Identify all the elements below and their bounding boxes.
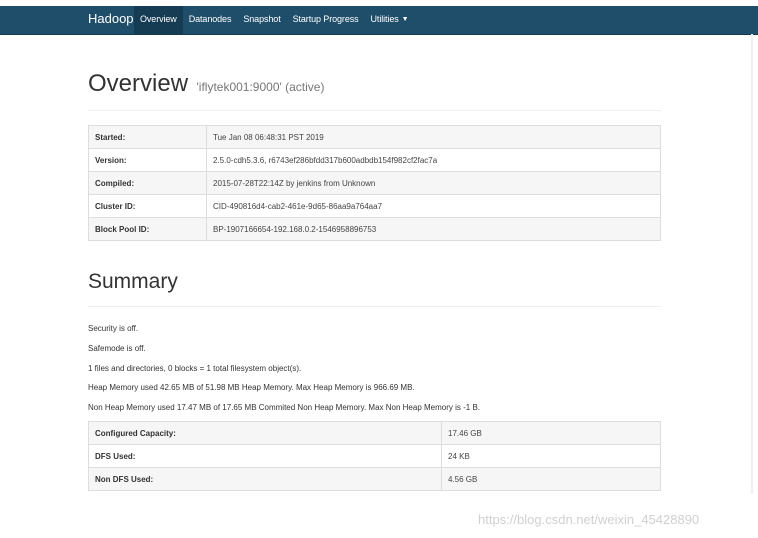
row-value: BP-1907166654-192.168.0.2-1546958896753 [206,217,661,241]
non-heap-memory: Non Heap Memory used 17.47 MB of 17.65 M… [88,403,481,412]
row-value: 2.5.0-cdh5.3.6, r6743ef286bfdd317b600adb… [206,148,661,172]
table-row: DFS Used: 24 KB [88,444,661,468]
nav-utilities-label: Utilities [370,14,399,24]
row-key: Block Pool ID: [88,217,207,241]
row-key: DFS Used: [88,444,442,468]
caret-down-icon: ▼ [401,16,409,23]
row-key: Started: [88,125,207,149]
overview-subtitle: 'iflytek001:9000' (active) [196,80,325,94]
row-value: Tue Jan 08 06:48:31 PST 2019 [206,125,661,149]
row-key: Configured Capacity: [88,421,442,445]
watermark-text: https://blog.csdn.net/weixin_45428890 [478,512,700,527]
nav-startup-progress[interactable]: Startup Progress [287,6,365,34]
top-navbar: Hadoop Overview Datanodes Snapshot Start… [0,6,758,35]
page-scroll-edge [751,34,753,494]
table-row: Block Pool ID: BP-1907166654-192.168.0.2… [88,217,661,241]
row-value: 24 KB [441,444,661,468]
row-value: 2015-07-28T22:14Z by jenkins from Unknow… [206,171,661,195]
table-row: Non DFS Used: 4.56 GB [88,467,661,491]
row-value: 4.56 GB [441,467,661,491]
nav-snapshot[interactable]: Snapshot [237,6,286,34]
summary-divider [88,306,661,307]
nav-overview[interactable]: Overview [134,6,183,34]
nav-menu: Overview Datanodes Snapshot Startup Prog… [134,6,414,34]
overview-title: Overview [88,70,189,97]
row-value: CID-490816d4-cab2-461e-9d65-86aa9a764aa7 [206,194,661,218]
brand-logo[interactable]: Hadoop [88,6,134,34]
security-status: Security is off. [88,324,139,333]
row-key: Cluster ID: [88,194,207,218]
nav-datanodes[interactable]: Datanodes [183,6,238,34]
table-row: Cluster ID: CID-490816d4-cab2-461e-9d65-… [88,194,661,218]
nav-snapshot-label: Snapshot [243,14,281,24]
row-key: Non DFS Used: [88,467,442,491]
overview-heading: Overview 'iflytek001:9000' (active) [88,70,661,98]
summary-table: Configured Capacity: 17.46 GB DFS Used: … [88,421,661,491]
filesystem-objects: 1 files and directories, 0 blocks = 1 to… [88,364,302,373]
overview-divider [88,110,661,111]
table-row: Started: Tue Jan 08 06:48:31 PST 2019 [88,125,661,149]
table-row: Version: 2.5.0-cdh5.3.6, r6743ef286bfdd3… [88,148,661,172]
table-row: Compiled: 2015-07-28T22:14Z by jenkins f… [88,171,661,195]
row-key: Version: [88,148,207,172]
row-value: 17.46 GB [441,421,661,445]
heap-memory: Heap Memory used 42.65 MB of 51.98 MB He… [88,383,415,392]
nav-overview-label: Overview [140,14,177,24]
overview-table: Started: Tue Jan 08 06:48:31 PST 2019 Ve… [88,125,661,241]
summary-title: Summary [88,270,178,293]
table-row: Configured Capacity: 17.46 GB [88,421,661,445]
safemode-status: Safemode is off. [88,344,146,353]
nav-datanodes-label: Datanodes [188,14,232,24]
row-key: Compiled: [88,171,207,195]
nav-utilities-dropdown[interactable]: Utilities ▼ [365,6,415,34]
nav-startup-progress-label: Startup Progress [292,14,359,24]
